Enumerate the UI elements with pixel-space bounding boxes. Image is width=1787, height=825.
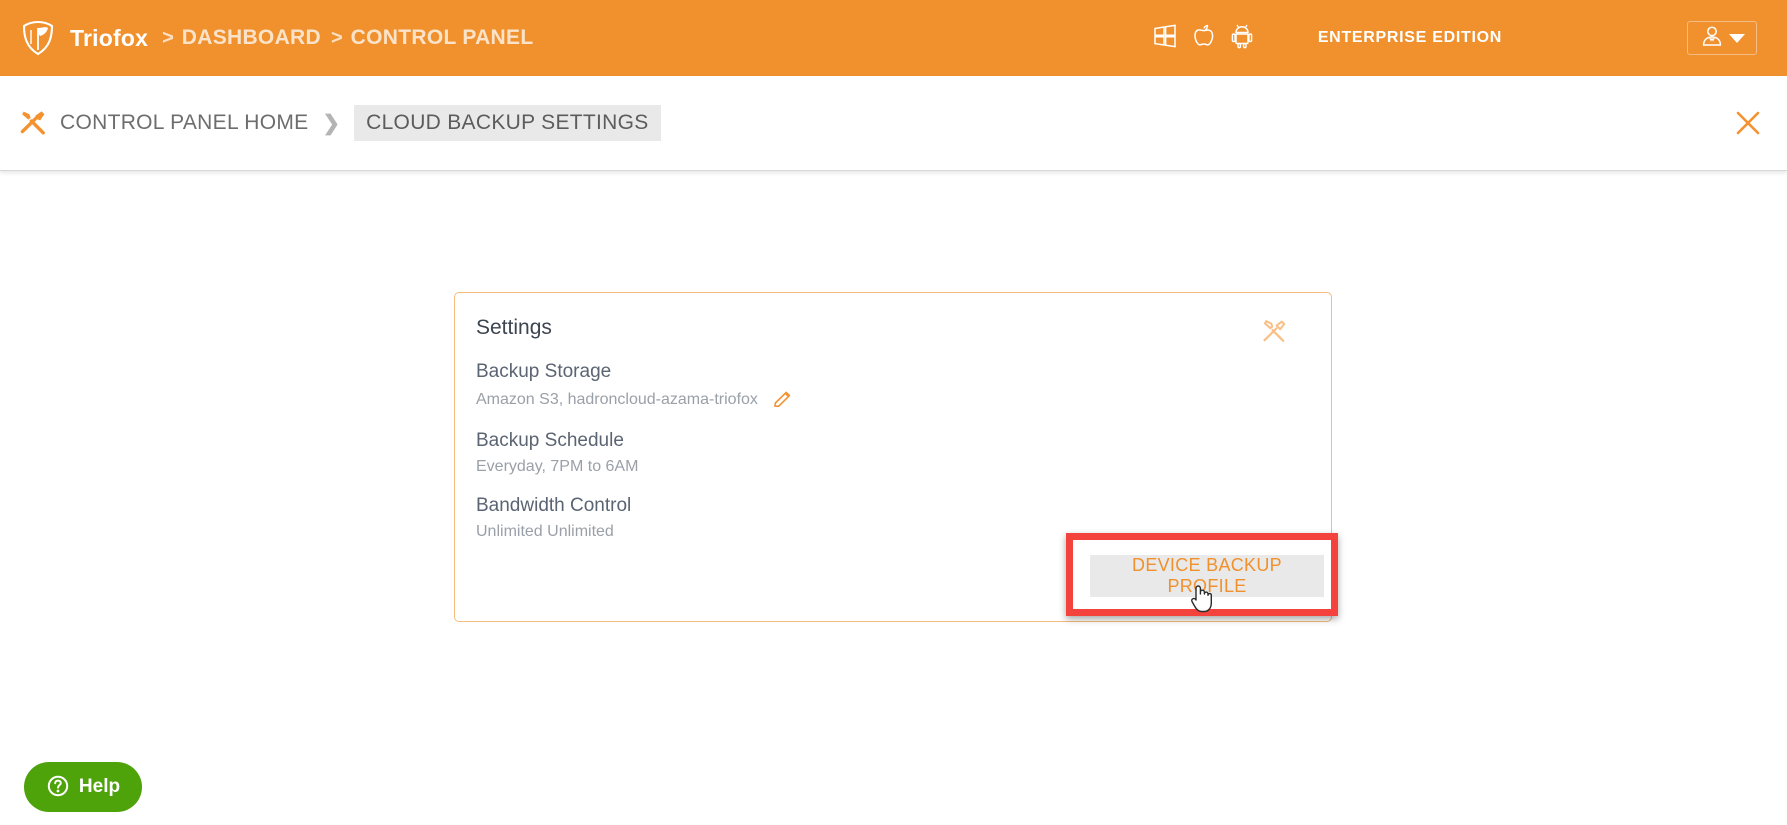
header-crumb-control-panel[interactable]: CONTROL PANEL (351, 26, 534, 50)
brand-block[interactable]: Triofox (18, 18, 148, 58)
setting-value-row: Amazon S3, hadroncloud-azama-triofox (476, 389, 1176, 411)
setting-value: Amazon S3, hadroncloud-azama-triofox (476, 391, 758, 408)
breadcrumb-arrow-icon: ❯ (322, 111, 341, 135)
apple-icon[interactable] (1192, 23, 1216, 54)
user-avatar-icon (1700, 24, 1724, 53)
settings-list: Backup Storage Amazon S3, hadroncloud-az… (476, 361, 1176, 560)
platform-download-icons (1152, 23, 1254, 54)
setting-item-backup-storage: Backup Storage Amazon S3, hadroncloud-az… (476, 361, 1176, 411)
settings-card: Settings Backup Storage Amazon S3, hadro… (454, 292, 1332, 622)
setting-item-backup-schedule: Backup Schedule Everyday, 7PM to 6AM (476, 430, 1176, 476)
setting-label: Bandwidth Control (476, 495, 632, 516)
question-circle-icon (46, 774, 70, 801)
help-button-label: Help (78, 776, 121, 797)
edition-label: ENTERPRISE EDITION (1317, 29, 1502, 46)
chevron-down-icon (1728, 33, 1745, 43)
android-icon[interactable] (1230, 23, 1254, 54)
header-crumb-dashboard[interactable]: DASHBOARD (182, 26, 321, 50)
triofox-logo-icon (18, 18, 58, 58)
header-right-group: ENTERPRISE EDITION (1152, 0, 1787, 76)
card-title: Settings (476, 316, 552, 339)
breadcrumb-bar: CONTROL PANEL HOME ❯ CLOUD BACKUP SETTIN… (0, 76, 1787, 171)
device-backup-profile-button[interactable]: DEVICE BACKUP PROFILE (1090, 555, 1324, 597)
setting-value: Everyday, 7PM to 6AM (476, 458, 639, 475)
brand-name: Triofox (70, 24, 149, 51)
tools-icon (18, 108, 48, 138)
setting-label: Backup Storage (476, 361, 612, 382)
setting-item-bandwidth-control: Bandwidth Control Unlimited Unlimited (476, 495, 1176, 541)
setting-label: Backup Schedule (476, 430, 624, 451)
setting-value: Unlimited Unlimited (476, 523, 614, 540)
close-icon[interactable] (1731, 106, 1765, 140)
card-tools-icon[interactable] (1259, 317, 1289, 347)
breadcrumb-current-page[interactable]: CLOUD BACKUP SETTINGS (354, 105, 661, 141)
pencil-icon[interactable] (772, 389, 794, 411)
header-separator-1: > (162, 26, 174, 49)
windows-icon[interactable] (1152, 23, 1178, 54)
help-button[interactable]: Help (24, 762, 142, 812)
breadcrumb-home-link[interactable]: CONTROL PANEL HOME (60, 111, 309, 135)
top-header-bar: Triofox > DASHBOARD > CONTROL PANEL ENTE… (0, 0, 1787, 76)
user-menu-button[interactable] (1687, 21, 1757, 55)
header-separator-2: > (330, 26, 343, 49)
